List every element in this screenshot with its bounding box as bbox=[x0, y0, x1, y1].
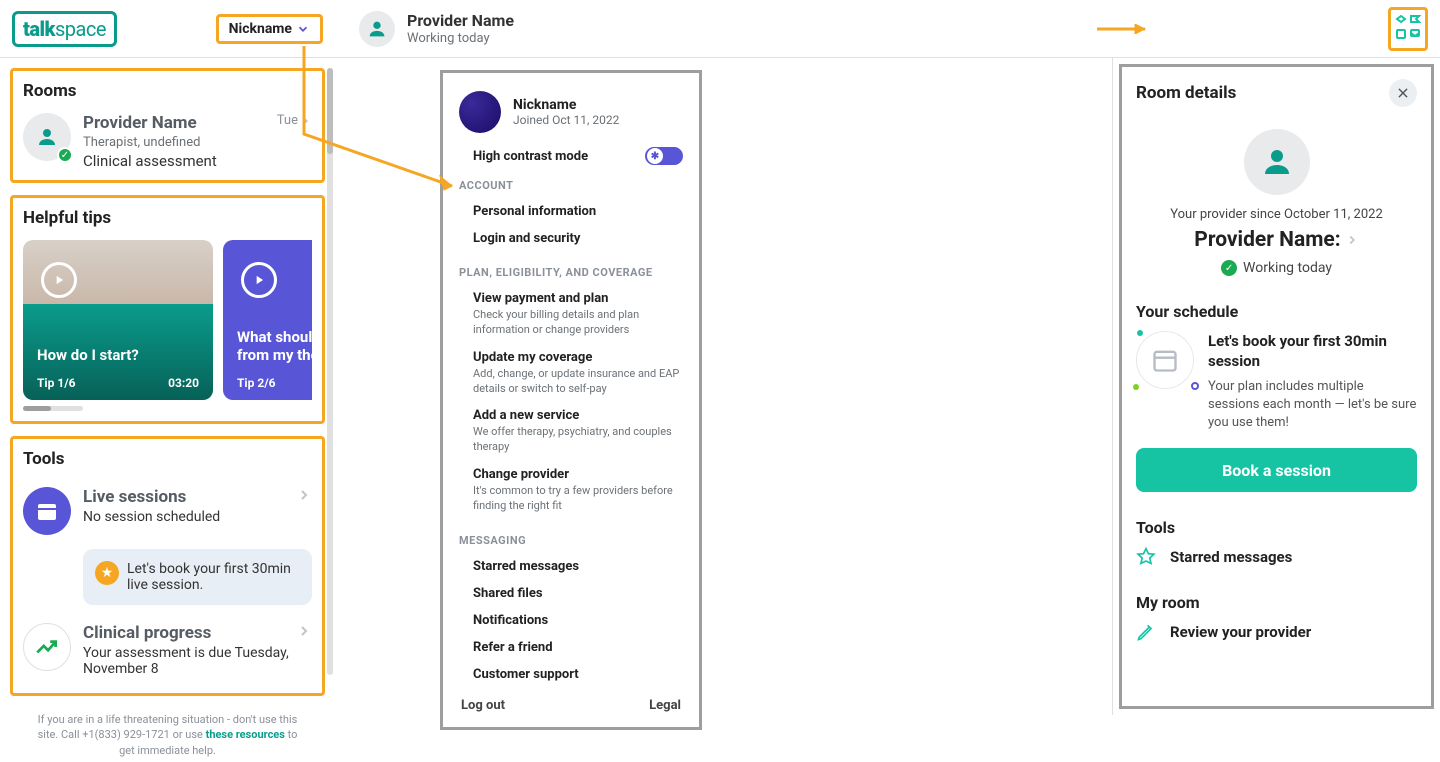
room-details-title: Room details bbox=[1136, 83, 1236, 103]
personal-information-item[interactable]: Personal information bbox=[459, 198, 683, 225]
tools-section: Tools Live sessions No session scheduled… bbox=[10, 436, 325, 696]
chevron-down-icon bbox=[296, 22, 310, 36]
room-details-grid-button[interactable] bbox=[1388, 7, 1428, 51]
header-provider-name: Provider Name bbox=[407, 11, 514, 30]
calendar-icon bbox=[1151, 346, 1179, 374]
rooms-title: Rooms bbox=[23, 81, 312, 101]
crisis-resources-link[interactable]: these resources bbox=[206, 728, 285, 741]
main-area: Nickname Joined Oct 11, 2022 High contra… bbox=[335, 58, 1112, 715]
room-day-label: Tue bbox=[277, 113, 312, 128]
star-outline-icon bbox=[1136, 547, 1156, 567]
person-icon bbox=[366, 18, 388, 40]
sidebar: Rooms ✓ Provider Name Therapist, undefin… bbox=[0, 58, 335, 715]
update-coverage-item[interactable]: Update my coverageAdd, change, or update… bbox=[459, 344, 683, 403]
sidebar-scrollbar[interactable] bbox=[327, 68, 333, 675]
schedule-callout: Let's book your first 30min session Your… bbox=[1136, 331, 1417, 432]
tips-title: Helpful tips bbox=[23, 208, 312, 228]
online-badge: ✓ bbox=[57, 147, 73, 163]
tools-title: Tools bbox=[23, 449, 312, 469]
room-details-panel: Room details Your provider since October… bbox=[1112, 58, 1440, 715]
trend-up-icon bbox=[34, 634, 60, 660]
chevron-right-icon bbox=[298, 114, 312, 128]
live-sessions-item[interactable]: Live sessions No session scheduled bbox=[23, 481, 312, 541]
notifications-item[interactable]: Notifications bbox=[459, 607, 683, 634]
calendar-decorated-icon bbox=[1136, 331, 1194, 389]
talkspace-logo: talkspace bbox=[12, 11, 117, 47]
add-new-service-item[interactable]: Add a new serviceWe offer therapy, psych… bbox=[459, 402, 683, 461]
close-button[interactable] bbox=[1389, 79, 1417, 107]
helpful-tips-section: Helpful tips How do I start? Tip 1/6 03:… bbox=[10, 195, 325, 424]
close-icon bbox=[1396, 86, 1410, 100]
book-session-button[interactable]: Book a session bbox=[1136, 448, 1417, 492]
high-contrast-toggle-row[interactable]: High contrast mode ✱ bbox=[473, 147, 683, 165]
view-payment-plan-item[interactable]: View payment and planCheck your billing … bbox=[459, 285, 683, 344]
star-icon: ★ bbox=[95, 561, 119, 585]
header-provider-status: Working today bbox=[407, 31, 514, 46]
login-security-item[interactable]: Login and security bbox=[459, 225, 683, 252]
top-bar: talkspace Nickname Provider Name Working… bbox=[0, 0, 1440, 58]
room-item[interactable]: ✓ Provider Name Therapist, undefined Cli… bbox=[23, 113, 312, 170]
play-icon bbox=[41, 262, 77, 298]
user-avatar bbox=[459, 91, 501, 133]
calendar-icon bbox=[35, 499, 59, 523]
rooms-section: Rooms ✓ Provider Name Therapist, undefin… bbox=[10, 68, 325, 183]
account-dropdown-panel: Nickname Joined Oct 11, 2022 High contra… bbox=[440, 70, 702, 730]
refer-friend-item[interactable]: Refer a friend bbox=[459, 634, 683, 661]
starred-messages-item[interactable]: Starred messages bbox=[459, 553, 683, 580]
person-icon bbox=[1259, 144, 1295, 180]
change-provider-item[interactable]: Change providerIt's common to try a few … bbox=[459, 461, 683, 520]
pencil-icon bbox=[1136, 622, 1156, 642]
review-provider-link[interactable]: Review your provider bbox=[1136, 622, 1417, 642]
provider-avatar bbox=[359, 11, 395, 47]
check-icon: ✓ bbox=[1221, 260, 1237, 276]
person-icon bbox=[35, 125, 59, 149]
provider-name-link[interactable]: Provider Name: bbox=[1136, 228, 1417, 252]
chevron-right-icon bbox=[1345, 233, 1359, 247]
shared-files-item[interactable]: Shared files bbox=[459, 580, 683, 607]
tips-scroll-indicator bbox=[23, 406, 83, 411]
legal-link[interactable]: Legal bbox=[649, 698, 681, 713]
grid-icon bbox=[1394, 13, 1422, 41]
provider-avatar-large bbox=[1244, 129, 1310, 195]
accessibility-icon: ✱ bbox=[647, 148, 663, 164]
crisis-footer: If you are in a life threatening situati… bbox=[10, 708, 325, 762]
logout-link[interactable]: Log out bbox=[461, 698, 505, 713]
customer-support-item[interactable]: Customer support bbox=[459, 661, 683, 688]
chevron-right-icon bbox=[296, 623, 312, 639]
chevron-right-icon bbox=[296, 487, 312, 503]
room-avatar: ✓ bbox=[23, 113, 71, 161]
book-session-callout[interactable]: ★ Let's book your first 30min live sessi… bbox=[83, 549, 312, 605]
tip-card[interactable]: How do I start? Tip 1/6 03:20 bbox=[23, 240, 213, 400]
starred-messages-link[interactable]: Starred messages bbox=[1136, 547, 1417, 567]
provider-status: ✓ Working today bbox=[1136, 260, 1417, 276]
clinical-progress-item[interactable]: Clinical progress Your assessment is due… bbox=[23, 617, 312, 683]
tip-card[interactable]: What should I expect from my thera... Ti… bbox=[223, 240, 312, 400]
nickname-dropdown-button[interactable]: Nickname bbox=[216, 14, 323, 44]
toggle-switch[interactable]: ✱ bbox=[645, 147, 683, 165]
play-icon bbox=[241, 262, 277, 298]
